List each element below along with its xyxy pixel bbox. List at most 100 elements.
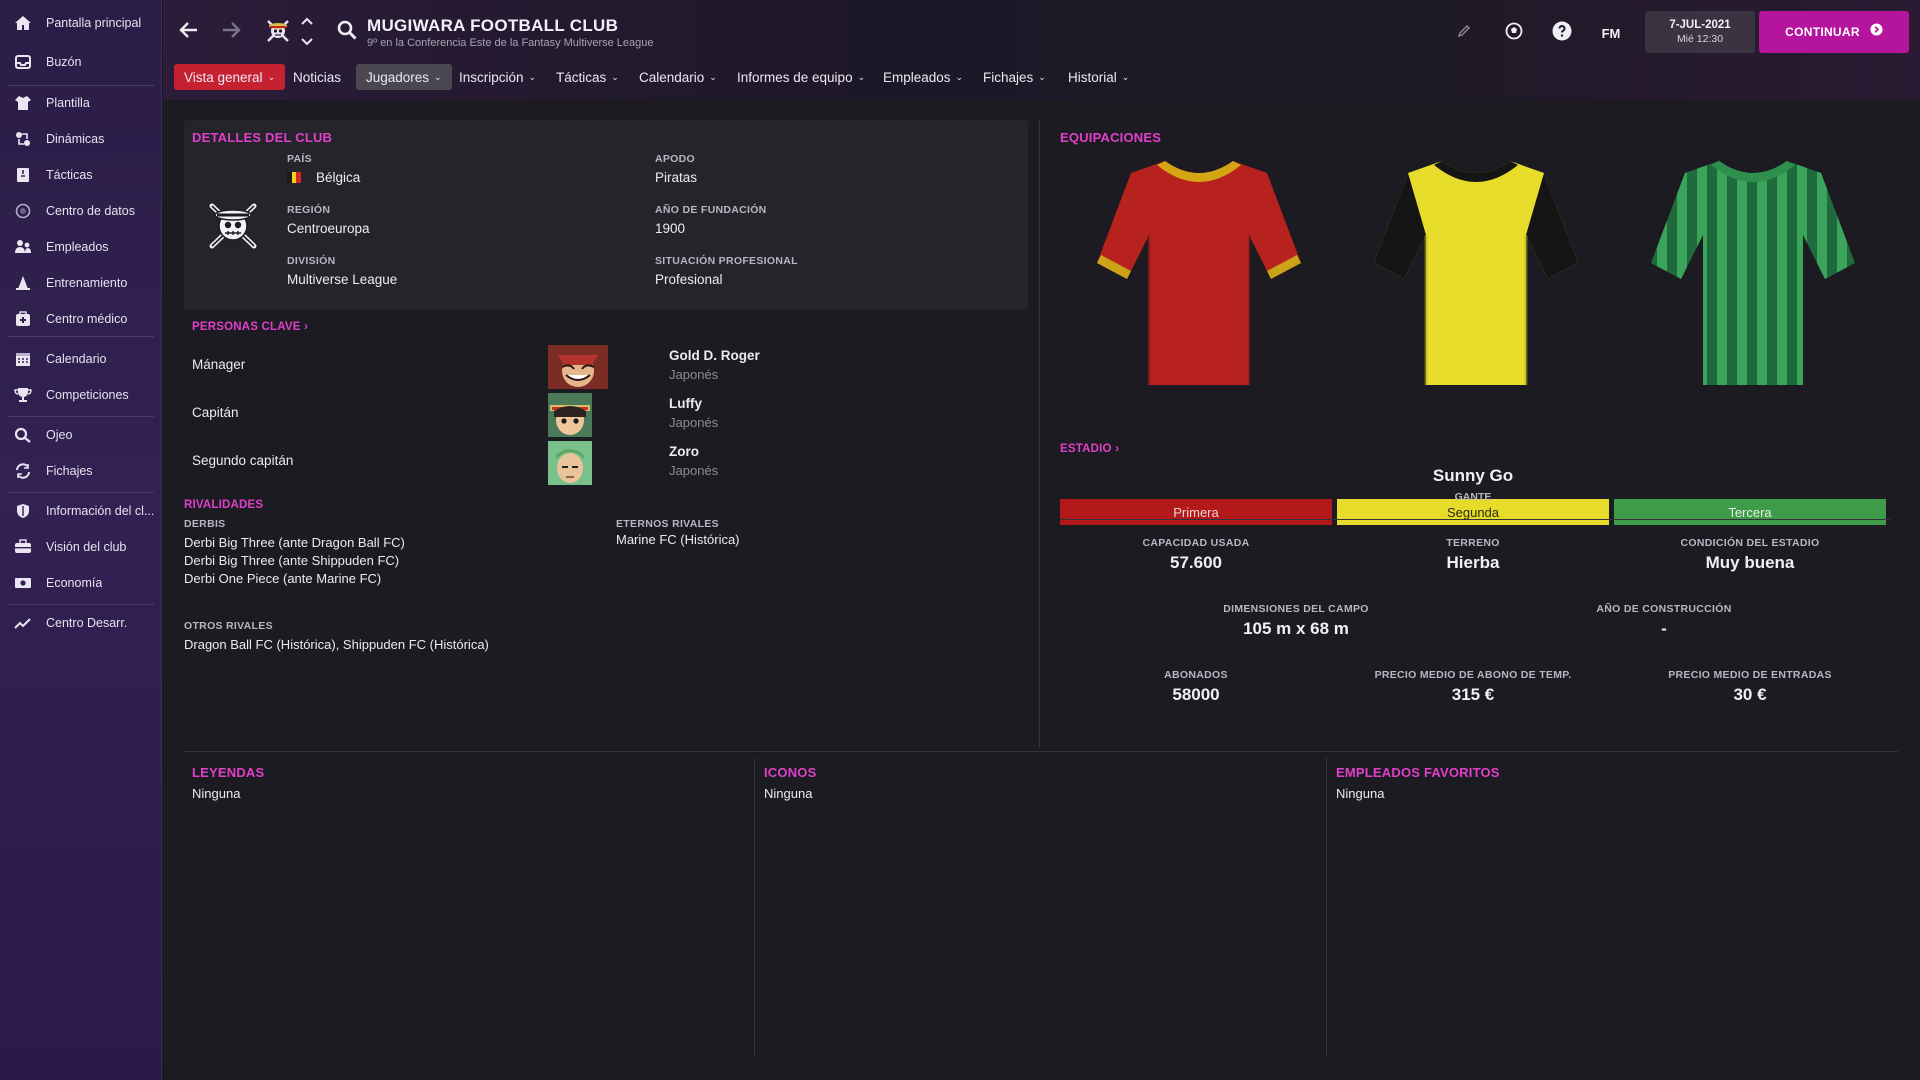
club-crest-button[interactable] bbox=[264, 18, 292, 48]
belgium-flag-icon bbox=[287, 172, 302, 183]
sidebar-item-label: Pantalla principal bbox=[46, 16, 142, 30]
key-person-role: Capitán bbox=[192, 405, 239, 420]
jolly-roger-crest-icon bbox=[266, 19, 290, 48]
stadium-link[interactable]: ESTADIO › bbox=[1060, 443, 1119, 455]
sidebar-item-club-info[interactable]: Información del cl... bbox=[0, 496, 162, 526]
tab-players[interactable]: Jugadores ⌄ bbox=[356, 64, 452, 90]
icons-value: Ninguna bbox=[764, 786, 813, 801]
tab-registration[interactable]: Inscripción ⌄ bbox=[449, 64, 546, 90]
home-kit-label[interactable]: Primera bbox=[1060, 499, 1332, 525]
tab-team-reports[interactable]: Informes de equipo ⌄ bbox=[727, 64, 875, 90]
trophy-icon bbox=[0, 387, 46, 403]
sidebar-divider bbox=[8, 85, 154, 86]
derbies-label: DERBIS bbox=[184, 518, 226, 530]
sidebar-item-club-vision[interactable]: Visión del club bbox=[0, 532, 162, 562]
development-icon bbox=[0, 615, 46, 631]
fm-menu-button[interactable]: FM bbox=[1595, 20, 1627, 46]
sidebar-item-transfers[interactable]: Fichajes bbox=[0, 456, 162, 486]
forward-button[interactable] bbox=[217, 18, 245, 46]
sidebar-item-competitions[interactable]: Competiciones bbox=[0, 380, 162, 410]
tab-tactics[interactable]: Tácticas ⌄ bbox=[546, 64, 629, 90]
search-icon bbox=[337, 20, 357, 45]
tab-label: Tácticas bbox=[556, 69, 607, 85]
chevron-down-icon: ⌄ bbox=[434, 71, 442, 82]
chevron-down-icon: ⌄ bbox=[955, 71, 964, 82]
dynamics-icon bbox=[0, 131, 46, 147]
tab-calendar[interactable]: Calendario ⌄ bbox=[629, 64, 727, 90]
third-kit-label[interactable]: Tercera bbox=[1614, 499, 1886, 525]
sidebar-item-staff[interactable]: Empleados bbox=[0, 232, 162, 262]
date-display[interactable]: 7-JUL-2021 Mié 12:30 bbox=[1645, 11, 1755, 53]
key-person-name[interactable]: Zoro bbox=[669, 444, 699, 459]
tab-label: Historial bbox=[1068, 69, 1117, 85]
tab-label: Inscripción bbox=[459, 69, 524, 85]
bottom-column-divider bbox=[1326, 758, 1327, 1056]
tab-transfers[interactable]: Fichajes ⌄ bbox=[973, 64, 1056, 90]
stat-value: - bbox=[1661, 619, 1667, 638]
sidebar-item-scouting[interactable]: Ojeo bbox=[0, 420, 162, 450]
key-people-title: PERSONAS CLAVE bbox=[192, 321, 301, 333]
stat-label: AÑO DE CONSTRUCCIÓN bbox=[1596, 603, 1732, 615]
tab-staff[interactable]: Empleados ⌄ bbox=[873, 64, 973, 90]
key-person-name[interactable]: Gold D. Roger bbox=[669, 348, 760, 363]
game-status-button[interactable] bbox=[1501, 20, 1527, 46]
key-person-role: Mánager bbox=[192, 357, 246, 372]
sidebar-item-label: Fichajes bbox=[46, 464, 93, 478]
chevron-up-icon bbox=[301, 12, 313, 30]
away-kit-shirt[interactable] bbox=[1372, 155, 1580, 391]
home-kit-shirt[interactable] bbox=[1095, 155, 1303, 391]
chevron-down-icon: ⌄ bbox=[611, 71, 619, 82]
third-kit-shirt[interactable] bbox=[1649, 155, 1857, 391]
key-people-link[interactable]: PERSONAS CLAVE › bbox=[192, 321, 308, 333]
medical-kit-icon bbox=[0, 311, 46, 327]
stadium-title: ESTADIO bbox=[1060, 443, 1112, 455]
chevron-down-icon: ⌄ bbox=[709, 71, 717, 82]
captain-portrait[interactable] bbox=[548, 393, 592, 437]
division-value[interactable]: Multiverse League bbox=[287, 272, 397, 287]
tab-history[interactable]: Historial ⌄ bbox=[1058, 64, 1139, 90]
sidebar-item-label: Calendario bbox=[46, 352, 107, 366]
sidebar-item-tactics[interactable]: Tácticas bbox=[0, 160, 162, 190]
tab-overview[interactable]: Vista general ⌄ bbox=[174, 64, 286, 90]
stat-value: Hierba bbox=[1446, 553, 1500, 572]
sidebar-item-development[interactable]: Centro Desarr. bbox=[0, 608, 162, 638]
chevron-down-icon: ⌄ bbox=[267, 71, 276, 82]
sidebar-item-training[interactable]: Entrenamiento bbox=[0, 268, 162, 298]
sidebar-item-label: Centro Desarr. bbox=[46, 616, 128, 630]
sidebar-item-label: Economía bbox=[46, 576, 103, 590]
stat-label: CAPACIDAD USADA bbox=[1142, 537, 1250, 549]
sidebar-item-squad[interactable]: Plantilla bbox=[0, 88, 162, 118]
sidebar-item-label: Ojeo bbox=[46, 428, 73, 442]
manager-portrait[interactable] bbox=[548, 345, 608, 389]
football-status-icon bbox=[1505, 22, 1523, 45]
icons-title: ICONOS bbox=[764, 765, 817, 780]
search-button[interactable] bbox=[335, 20, 359, 44]
key-person-nationality: Japonés bbox=[669, 463, 719, 478]
edit-button[interactable] bbox=[1453, 22, 1475, 44]
sidebar-item-home[interactable]: Pantalla principal bbox=[0, 8, 162, 38]
stadium-name[interactable]: Sunny Go bbox=[1337, 466, 1609, 486]
bottom-divider bbox=[184, 751, 1898, 752]
key-person-name[interactable]: Luffy bbox=[669, 396, 702, 411]
sidebar-item-data-hub[interactable]: Centro de datos bbox=[0, 196, 162, 226]
chevron-right-icon: › bbox=[1111, 443, 1120, 455]
sidebar-divider bbox=[8, 604, 154, 605]
club-switch-stepper[interactable] bbox=[300, 16, 314, 46]
continue-button[interactable]: CONTINUAR bbox=[1759, 11, 1909, 53]
column-divider bbox=[1039, 120, 1040, 748]
help-button[interactable] bbox=[1549, 20, 1575, 46]
sidebar-item-dynamics[interactable]: Dinámicas bbox=[0, 124, 162, 154]
page-subtitle: 9º en la Conferencia Este de la Fantasy … bbox=[367, 37, 654, 49]
shield-icon bbox=[0, 503, 46, 519]
sidebar-item-finances[interactable]: Economía bbox=[0, 568, 162, 598]
sidebar-item-inbox[interactable]: Buzón bbox=[0, 47, 162, 77]
chevron-down-icon: ⌄ bbox=[1121, 71, 1130, 82]
stadium-divider bbox=[1060, 519, 1890, 520]
sidebar-item-calendar[interactable]: Calendario bbox=[0, 344, 162, 374]
derby-item: Derbi Big Three (ante Shippuden FC) bbox=[184, 553, 400, 568]
back-button[interactable] bbox=[175, 18, 203, 46]
chevron-down-icon bbox=[301, 33, 313, 51]
sidebar-item-medical[interactable]: Centro médico bbox=[0, 304, 162, 334]
tab-news[interactable]: Noticias bbox=[283, 64, 351, 90]
vice-captain-portrait[interactable] bbox=[548, 441, 592, 485]
